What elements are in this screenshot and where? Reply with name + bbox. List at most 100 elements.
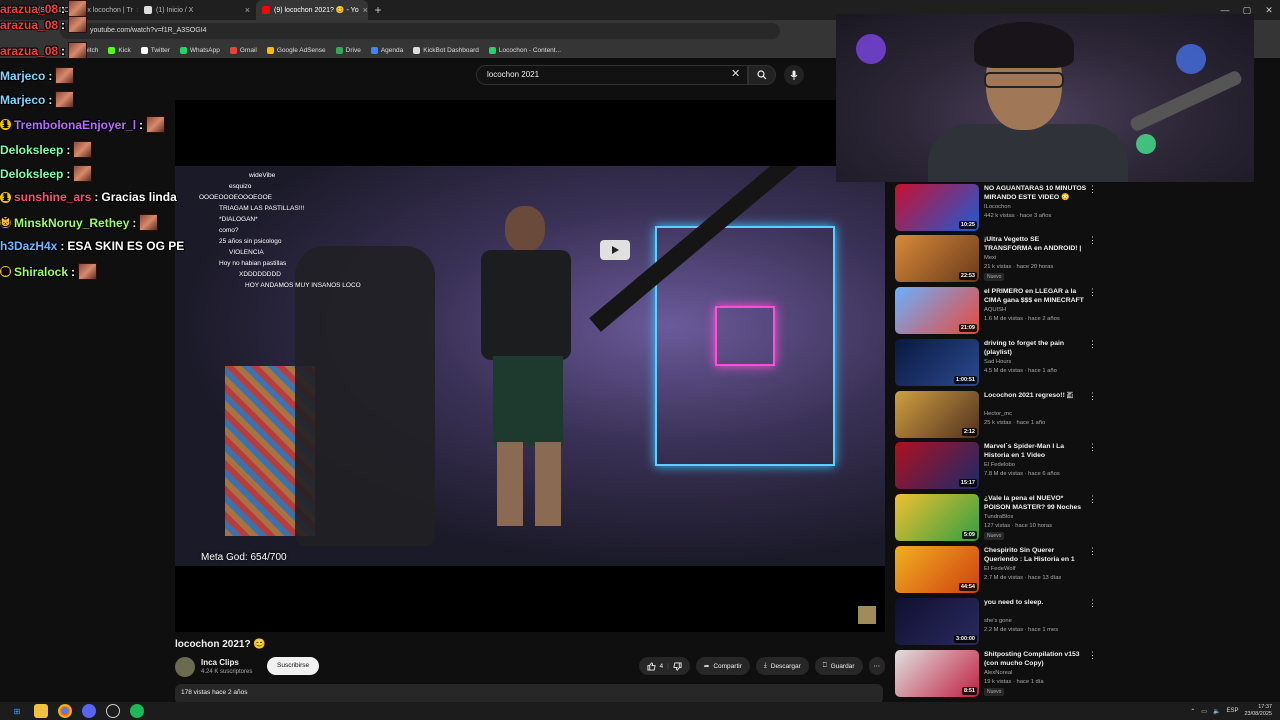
network-icon[interactable]: ▭ [1201, 708, 1207, 715]
thumbs-up-icon[interactable] [646, 661, 656, 671]
video-title-link[interactable]: Shitposting Compilation v153 (con mucho … [984, 650, 1088, 668]
video-thumbnail[interactable]: 22:53 [895, 235, 979, 282]
video-title-link[interactable]: Marvel´s Spider-Man I La Historia en 1 V… [984, 442, 1088, 460]
video-thumbnail[interactable]: 8:51 [895, 650, 979, 697]
tab-youtube[interactable]: (9) locochon 2021? 😊 - Yo × [256, 0, 368, 20]
windows-start-icon[interactable]: ⊞ [10, 704, 24, 718]
video-menu-icon[interactable]: ⋮ [1088, 184, 1097, 195]
video-menu-icon[interactable]: ⋮ [1088, 650, 1097, 661]
video-title-link[interactable]: Locochon 2021 regreso!! 🇪 [984, 391, 1088, 400]
video-channel[interactable]: Hector_mc [984, 411, 1012, 417]
bookmark-locochon[interactable]: Locochon - Content... [488, 46, 561, 54]
discord-icon[interactable] [82, 704, 96, 718]
video-player[interactable]: wideVibe esquizo OOOEOOOEOOOEOOE TRIAGAM… [175, 100, 885, 632]
search-input[interactable]: locochon 2021 [476, 65, 748, 85]
video-menu-icon[interactable]: ⋮ [1088, 494, 1097, 505]
video-title-link[interactable]: driving to forget the pain (playlist) [984, 339, 1088, 357]
obs-icon[interactable] [106, 704, 120, 718]
recommended-video[interactable]: 10:25 NO AGUANTARAS 10 MINUTOS MIRANDO ES… [895, 184, 1105, 232]
recommended-video[interactable]: 22:53 ¡Ultra Vegetto SE TRANSFORMA en AND… [895, 235, 1105, 283]
video-menu-icon[interactable]: ⋮ [1088, 546, 1097, 557]
video-channel[interactable]: AlexNoreal [984, 670, 1012, 676]
video-channel[interactable]: ILocochon [984, 204, 1011, 210]
spotify-icon[interactable] [130, 704, 144, 718]
tray-chevron-icon[interactable]: ⌃ [1190, 708, 1195, 715]
download-button[interactable]: ⤓ Descargar [755, 657, 809, 675]
video-channel[interactable]: Mexi [984, 255, 996, 261]
share-button[interactable]: ➦ Compartir [695, 657, 750, 675]
bookmark-label: WhatsApp [189, 46, 220, 54]
clock[interactable]: 17:37 23/08/2025 [1244, 704, 1272, 718]
recommended-video[interactable]: 3:00:00 you need to sleep. she's gone 2.2 M… [895, 598, 1105, 646]
recommended-video[interactable]: 15:17 Marvel´s Spider-Man I La Historia e… [895, 442, 1105, 490]
language-indicator[interactable]: ESP [1226, 708, 1238, 714]
video-thumbnail[interactable]: 10:25 [895, 184, 979, 231]
video-channel[interactable]: El FedeWolf [984, 566, 1015, 572]
chrome-icon[interactable] [58, 704, 72, 718]
video-menu-icon[interactable]: ⋮ [1088, 339, 1097, 350]
video-channel[interactable]: AQUISH [984, 307, 1006, 313]
new-tab-button[interactable]: + [368, 3, 388, 17]
bookmark-agenda[interactable]: Agenda [370, 46, 403, 54]
channel-watermark[interactable] [858, 606, 876, 624]
file-explorer-icon[interactable] [34, 704, 48, 718]
video-title-link[interactable]: you need to sleep. [984, 598, 1088, 607]
tab-close-icon[interactable]: × [245, 5, 250, 15]
clear-search-icon[interactable]: ✕ [731, 67, 740, 80]
chat-emote-icon [55, 91, 75, 108]
video-duration: 8:51 [961, 687, 977, 695]
recommended-video[interactable]: 8:51 Shitposting Compilation v153 (con mu… [895, 650, 1105, 698]
video-frame[interactable]: wideVibe esquizo OOOEOOOEOOOEOOE TRIAGAM… [175, 166, 885, 566]
video-description[interactable]: 178 vistas hace 2 años [175, 684, 883, 704]
like-dislike-button[interactable]: 4 | [638, 657, 690, 675]
video-thumbnail[interactable]: 21:09 [895, 287, 979, 334]
volume-icon[interactable]: 🔈 [1213, 708, 1220, 715]
video-menu-icon[interactable]: ⋮ [1088, 287, 1097, 298]
bookmark-drive[interactable]: Drive [335, 46, 361, 54]
video-thumbnail[interactable]: 2:12 [895, 391, 979, 438]
video-thumbnail[interactable]: 44:54 [895, 546, 979, 593]
bookmark-twitter[interactable]: Twitter [140, 46, 170, 54]
bookmark-gmail[interactable]: Gmail [229, 46, 257, 54]
video-menu-icon[interactable]: ⋮ [1088, 391, 1097, 402]
video-title-link[interactable]: Chespirito Sin Querer Queriendo : La His… [984, 546, 1088, 564]
video-title-link[interactable]: ¡Ultra Vegetto SE TRANSFORMA en ANDROID!… [984, 235, 1088, 253]
recommended-video[interactable]: 1:00:51 driving to forget the pain (playl… [895, 339, 1105, 387]
url-field[interactable]: youtube.com/watch?v=f1R_A3SOGI4 [60, 23, 780, 39]
bookmark-kickbot[interactable]: KickBot Dashboard [413, 46, 479, 54]
voice-search-button[interactable] [784, 65, 804, 85]
save-button[interactable]: ⎕ Guardar [814, 657, 863, 675]
video-title-link[interactable]: el PRIMERO en LLEGAR a la CIMA gana $$$ … [984, 287, 1088, 305]
video-menu-icon[interactable]: ⋮ [1088, 598, 1097, 609]
more-actions-button[interactable]: ⋯ [868, 657, 885, 675]
thumbs-down-icon[interactable] [673, 661, 682, 671]
video-menu-icon[interactable]: ⋮ [1088, 442, 1097, 453]
recommended-video[interactable]: 5:09 ¿Vale la pena el NUEVO* POISON MASTE… [895, 494, 1105, 542]
video-channel[interactable]: she's gone [984, 618, 1012, 624]
tab-close-icon[interactable]: × [363, 5, 368, 15]
chat-message: arazua_08: [0, 42, 88, 59]
channel-name[interactable]: Inca Clips [201, 658, 239, 667]
streamer-webcam [836, 14, 1254, 182]
bookmark-kick[interactable]: Kick [108, 46, 131, 54]
close-window-icon[interactable]: ✕ [1258, 0, 1280, 20]
recommended-video[interactable]: 2:12 Locochon 2021 regreso!! 🇪 Hector_mc 25… [895, 391, 1105, 439]
video-channel[interactable]: El Fedelobo [984, 462, 1015, 468]
video-thumbnail[interactable]: 1:00:51 [895, 339, 979, 386]
video-thumbnail[interactable]: 5:09 [895, 494, 979, 541]
video-thumbnail[interactable]: 15:17 [895, 442, 979, 489]
search-button[interactable] [748, 65, 776, 85]
video-channel[interactable]: TundraBlox [984, 514, 1013, 520]
video-title-link[interactable]: ¿Vale la pena el NUEVO* POISON MASTER? 9… [984, 494, 1088, 512]
subscribe-button[interactable]: Suscribirse [267, 657, 320, 675]
tab-x[interactable]: (1) Inicio / X × [138, 0, 256, 20]
bookmark-whatsapp[interactable]: WhatsApp [179, 46, 220, 54]
channel-avatar[interactable] [175, 657, 195, 677]
video-title-link[interactable]: NO AGUANTARAS 10 MINUTOS MIRANDO ESTE VI… [984, 184, 1088, 202]
recommended-video[interactable]: 44:54 Chespirito Sin Querer Queriendo : L… [895, 546, 1105, 594]
bookmark-adsense[interactable]: Google AdSense [266, 46, 326, 54]
video-channel[interactable]: Sad Hours [984, 359, 1011, 365]
video-menu-icon[interactable]: ⋮ [1088, 235, 1097, 246]
video-thumbnail[interactable]: 3:00:00 [895, 598, 979, 645]
recommended-video[interactable]: 21:09 el PRIMERO en LLEGAR a la CIMA gana… [895, 287, 1105, 335]
